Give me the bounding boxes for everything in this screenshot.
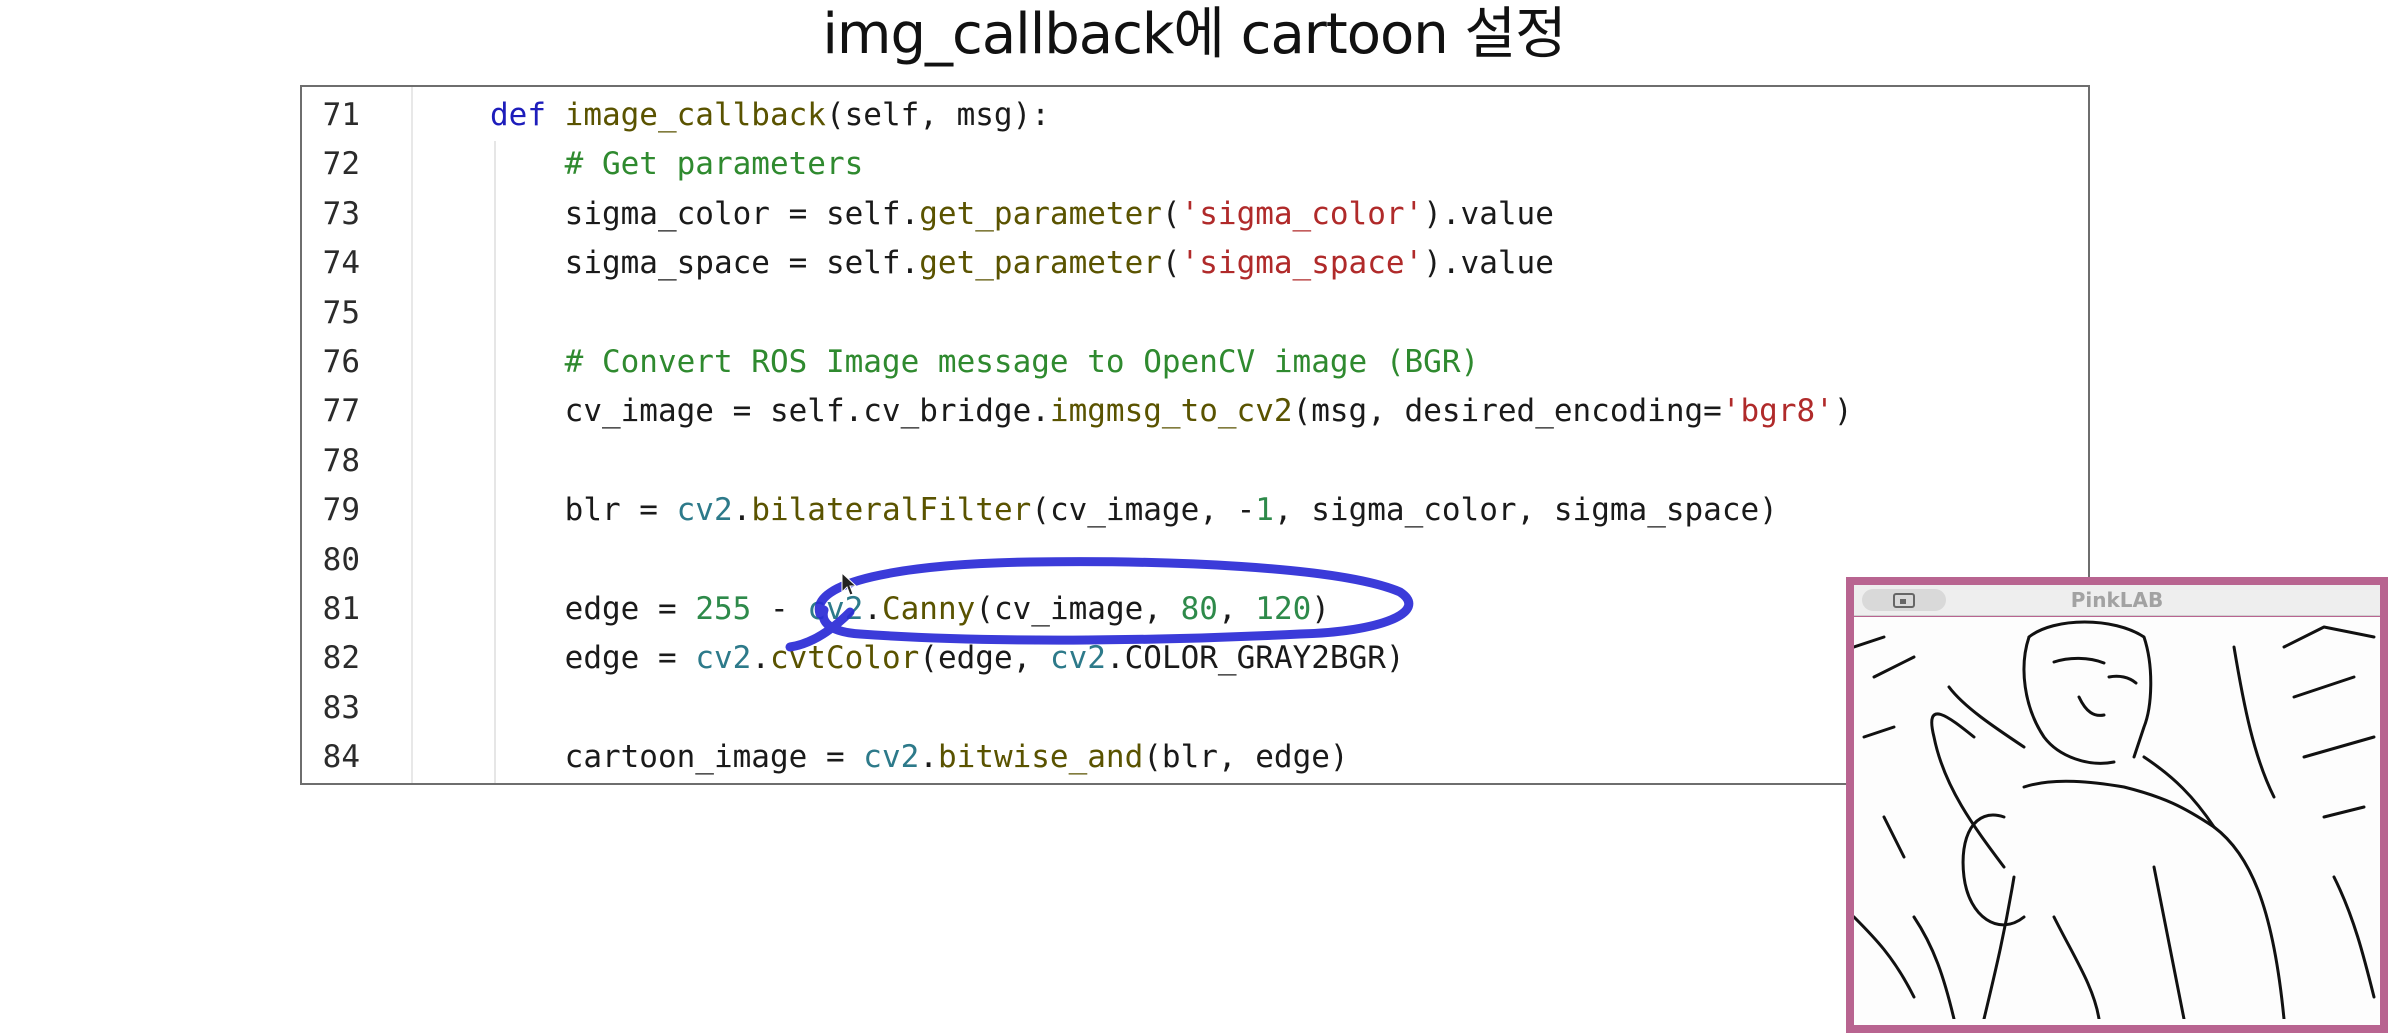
code-line[interactable]: 78: [302, 437, 2088, 486]
code-token: (self, msg):: [825, 97, 1050, 133]
code-token: edge =: [564, 640, 696, 677]
code-token: (cv_image, -: [1031, 492, 1256, 529]
line-number: 83: [322, 689, 360, 726]
cartoon-edge-image: [1854, 620, 2376, 1021]
line-number: 80: [322, 541, 360, 578]
code-editor[interactable]: 71 def image_callback(self, msg): 72 # Get…: [300, 85, 2090, 785]
code-token: (edge,: [919, 640, 1050, 677]
code-token: sigma_color = self.: [564, 195, 920, 232]
line-number: 73: [322, 195, 360, 232]
code-text: edge = 255 - cv2.Canny(cv_image, 80, 120…: [490, 585, 1330, 634]
code-token: # Convert ROS Image message to OpenCV im…: [564, 344, 1480, 380]
code-text: sigma_space = self.get_parameter('sigma_…: [490, 239, 1554, 288]
webcam-window[interactable]: PinkLAB: [1846, 577, 2388, 1033]
code-token: cartoon_image =: [564, 739, 864, 776]
code-line[interactable]: 71 def image_callback(self, msg):: [302, 91, 2088, 140]
code-token: 80: [1180, 591, 1218, 627]
code-token: bilateralFilter: [751, 492, 1032, 529]
line-number: 77: [322, 393, 360, 430]
code-token: .COLOR_GRAY2BGR): [1105, 640, 1405, 677]
code-token: cv2: [695, 640, 752, 677]
code-token: get_parameter: [919, 195, 1162, 232]
code-token: (: [1161, 245, 1181, 282]
code-line[interactable]: 72 # Get parameters: [302, 140, 2088, 189]
code-line[interactable]: 81 edge = 255 - cv2.Canny(cv_image, 80, …: [302, 585, 2088, 634]
cursor-arrow-icon: [841, 572, 858, 596]
code-line[interactable]: 83: [302, 684, 2088, 733]
code-token: def: [490, 97, 565, 133]
code-line[interactable]: 76 # Convert ROS Image message to OpenCV…: [302, 338, 2088, 387]
code-token: image_callback: [564, 97, 826, 133]
code-token: ): [1311, 591, 1330, 627]
code-token: cv2: [676, 492, 733, 529]
code-token: .: [732, 492, 752, 529]
line-number: 79: [322, 492, 360, 529]
code-token: 'sigma_space': [1180, 245, 1424, 282]
code-line[interactable]: 73 sigma_color = self.get_parameter('sig…: [302, 190, 2088, 239]
code-token: edge =: [564, 591, 696, 627]
code-token: ).value: [1423, 245, 1554, 282]
code-text: blr = cv2.bilateralFilter(cv_image, -1, …: [490, 486, 1778, 535]
code-line[interactable]: 84 cartoon_image = cv2.bitwise_and(blr, …: [302, 733, 2088, 782]
line-number: 82: [322, 640, 360, 677]
webcam-title: PinkLAB: [2070, 588, 2164, 612]
code-token: -: [751, 591, 808, 627]
code-text: cartoon_image = cv2.bitwise_and(blr, edg…: [490, 733, 1349, 782]
code-token: .: [751, 640, 770, 677]
code-line[interactable]: 80: [302, 536, 2088, 585]
code-line[interactable]: 75: [302, 289, 2088, 338]
code-text: def image_callback(self, msg):: [490, 91, 1050, 140]
code-token: cvtColor: [769, 640, 920, 677]
code-text: # Convert ROS Image message to OpenCV im…: [490, 338, 1480, 387]
code-token: (blr, edge): [1143, 739, 1349, 776]
code-token: 1: [1255, 492, 1274, 529]
webcam-titlebar[interactable]: PinkLAB: [1854, 585, 2380, 616]
line-number: 72: [322, 146, 360, 183]
code-token: ): [1833, 393, 1853, 430]
code-token: 255: [695, 591, 752, 627]
code-token: .: [919, 739, 938, 776]
code-token: ).value: [1423, 195, 1554, 232]
code-token: blr =: [564, 492, 677, 529]
webcam-cartoon-feed: [1854, 617, 2380, 1025]
slide-title: img_callback에 cartoon 설정: [822, 2, 1566, 67]
code-token: sigma_space = self.: [564, 245, 920, 282]
code-line[interactable]: 82 edge = cv2.cvtColor(edge, cv2.COLOR_G…: [302, 634, 2088, 683]
code-token: 120: [1255, 591, 1312, 627]
code-text: sigma_color = self.get_parameter('sigma_…: [490, 190, 1554, 239]
code-token: cv2: [1049, 640, 1106, 677]
code-text: cv_image = self.cv_bridge.imgmsg_to_cv2(…: [490, 387, 1853, 436]
code-token: # Get parameters: [564, 146, 864, 183]
code-token: cv_image = self.cv_bridge.: [564, 393, 1050, 430]
code-token: ,: [1217, 591, 1256, 627]
line-number: 84: [322, 739, 360, 776]
line-number: 71: [322, 97, 360, 133]
code-text: # Get parameters: [490, 140, 864, 189]
code-line[interactable]: 79 blr = cv2.bilateralFilter(cv_image, -…: [302, 486, 2088, 535]
line-number: 74: [322, 245, 360, 282]
code-token: cv2: [863, 739, 920, 776]
code-token: Canny: [881, 591, 976, 627]
line-number: 75: [322, 294, 360, 331]
code-line[interactable]: 77 cv_image = self.cv_bridge.imgmsg_to_c…: [302, 387, 2088, 436]
line-number: 78: [322, 442, 360, 479]
code-token: 'bgr8': [1721, 393, 1834, 430]
code-text: edge = cv2.cvtColor(edge, cv2.COLOR_GRAY…: [490, 634, 1405, 683]
code-token: bitwise_and: [937, 739, 1144, 776]
code-token: (: [1161, 195, 1181, 232]
line-number: 81: [322, 591, 360, 627]
code-token: (msg, desired_encoding=: [1292, 393, 1722, 430]
code-line[interactable]: 74 sigma_space = self.get_parameter('sig…: [302, 239, 2088, 288]
code-token: , sigma_color, sigma_space): [1273, 492, 1778, 529]
line-number: 76: [322, 344, 360, 380]
code-token: 'sigma_color': [1180, 195, 1424, 232]
code-token: imgmsg_to_cv2: [1049, 393, 1293, 430]
code-token: .: [863, 591, 882, 627]
code-token: get_parameter: [919, 245, 1162, 282]
code-token: (cv_image,: [975, 591, 1181, 627]
